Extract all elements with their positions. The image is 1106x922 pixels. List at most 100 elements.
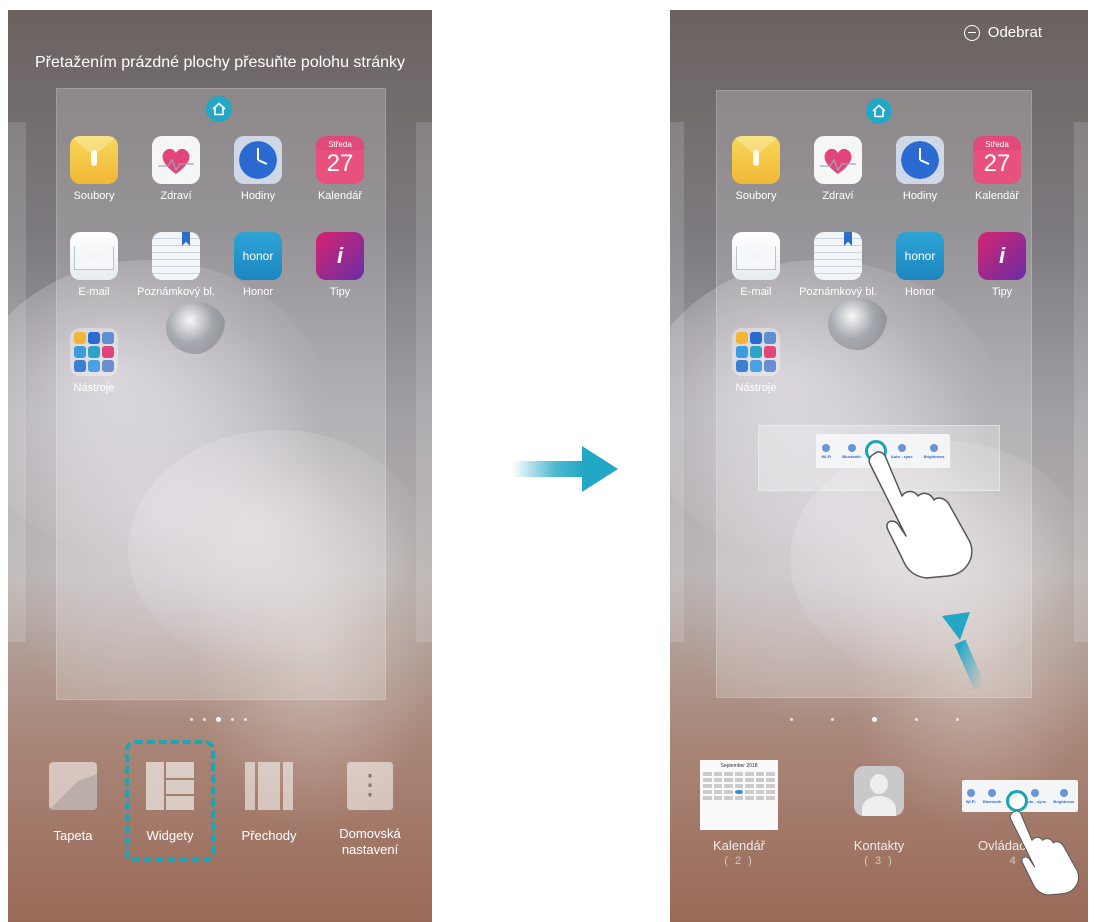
app-label: Kalendář [317, 190, 363, 202]
transitions-icon [245, 762, 293, 810]
app-zdravi[interactable]: Zdraví [135, 136, 217, 202]
tools-folder-icon [732, 328, 780, 376]
clock-icon [896, 136, 944, 184]
home-icon[interactable] [206, 96, 232, 122]
home-settings-option[interactable]: Domovská nastavení [322, 762, 418, 858]
page-indicator [790, 717, 959, 722]
app-soubory[interactable]: Soubory [715, 136, 797, 202]
widget-count: ( 2 ) [724, 855, 754, 867]
app-zdravi[interactable]: Zdraví [797, 136, 879, 202]
calendar-widget-thumb[interactable]: September 2018 [700, 760, 778, 830]
app-label: Poznámkový bl. [799, 286, 877, 298]
dock-label: Domovská nastavení [339, 826, 401, 857]
app-kalendar[interactable]: Středa 27 Kalendář [299, 136, 381, 202]
wifi-toggle[interactable]: Wi-Fi [821, 443, 832, 459]
calendar-icon: Středa 27 [973, 136, 1021, 184]
app-honor[interactable]: honor Honor [879, 232, 961, 298]
app-label: Tipy [991, 286, 1013, 298]
remove-button[interactable]: Odebrat [963, 24, 1042, 41]
folder-nastroje[interactable]: Nástroje [715, 328, 797, 394]
widget-count: ( 3 ) [864, 855, 894, 867]
app-label: Zdraví [160, 190, 192, 202]
calendar-grid [703, 772, 775, 800]
health-icon [152, 136, 200, 184]
app-label: Hodiny [240, 190, 276, 202]
bluetooth-toggle[interactable]: Bluetooth [842, 443, 861, 459]
widget-label: Kontakty [853, 838, 905, 853]
calendar-day-number: 27 [983, 150, 1011, 177]
widget-label: Kalendář [712, 838, 766, 853]
transitions-option[interactable]: Přechody [224, 762, 314, 843]
app-label: Tipy [329, 286, 351, 298]
swipe-up-arrow-icon [942, 612, 986, 690]
hand-pointer-icon [868, 451, 973, 579]
app-label: Nástroje [735, 382, 777, 394]
app-label: Poznámkový bl. [137, 286, 215, 298]
next-page-preview[interactable] [1074, 122, 1088, 642]
app-label: E-mail [78, 286, 110, 298]
hand-pointer-icon [1009, 810, 1079, 896]
folder-nastroje[interactable]: Nástroje [53, 328, 135, 394]
app-label: Honor [905, 286, 935, 298]
app-label: Nástroje [73, 382, 115, 394]
widget-item-label: Wi-Fi [965, 798, 976, 804]
app-email[interactable]: E-mail [53, 232, 135, 298]
remove-icon [963, 24, 980, 41]
honor-icon: honor [234, 232, 282, 280]
contacts-icon[interactable] [854, 766, 904, 816]
app-label: Zdraví [822, 190, 854, 202]
app-label: Soubory [735, 190, 777, 202]
app-hodiny[interactable]: Hodiny [217, 136, 299, 202]
left-phone-screen: Přetažením prázdné plochy přesuňte poloh… [8, 10, 432, 922]
page-indicator [190, 717, 247, 722]
app-poznamkovy-blok[interactable]: Poznámkový bl. [135, 232, 217, 298]
widgets-highlight [125, 740, 215, 862]
app-hodiny[interactable]: Hodiny [879, 136, 961, 202]
wallpaper-icon [49, 762, 97, 810]
app-honor[interactable]: honor Honor [217, 232, 299, 298]
calendar-day-name: Středa [328, 140, 352, 149]
app-label: Soubory [73, 190, 115, 202]
wifi-toggle: Wi-Fi [965, 788, 976, 804]
next-page-preview[interactable] [416, 122, 432, 642]
email-icon [70, 232, 118, 280]
notepad-icon [814, 232, 862, 280]
app-email[interactable]: E-mail [715, 232, 797, 298]
dock-label: Přechody [241, 828, 297, 843]
right-phone-screen: Odebrat Soubory Zdraví Hodiny Středa 27 … [670, 10, 1088, 922]
files-icon [732, 136, 780, 184]
widget-item-label: Wi-Fi [821, 453, 832, 459]
calendar-widget-title: September 2018 [720, 763, 758, 769]
notepad-icon [152, 232, 200, 280]
wallpaper-option[interactable]: Tapeta [28, 762, 118, 843]
tips-icon: i [978, 232, 1026, 280]
dock-label: Tapeta [53, 828, 93, 843]
tips-icon: i [316, 232, 364, 280]
widget-item-label: Bluetooth [842, 453, 861, 459]
home-settings-icon [347, 762, 393, 810]
app-poznamkovy-blok[interactable]: Poznámkový bl. [797, 232, 879, 298]
calendar-day-number: 27 [326, 150, 354, 177]
app-soubory[interactable]: Soubory [53, 136, 135, 202]
clock-icon [234, 136, 282, 184]
prev-page-preview[interactable] [670, 122, 684, 642]
app-label: Hodiny [902, 190, 938, 202]
calendar-day-name: Středa [985, 140, 1009, 149]
honor-icon: honor [896, 232, 944, 280]
files-icon [70, 136, 118, 184]
app-label: E-mail [740, 286, 772, 298]
prev-page-preview[interactable] [8, 122, 26, 642]
app-tipy[interactable]: i Tipy [961, 232, 1043, 298]
tools-folder-icon [70, 328, 118, 376]
app-kalendar[interactable]: Středa 27 Kalendář [956, 136, 1038, 202]
widget-item-label: Bluetooth [982, 798, 1002, 804]
home-icon[interactable] [866, 98, 892, 124]
app-tipy[interactable]: i Tipy [299, 232, 381, 298]
reorder-hint: Přetažením prázdné plochy přesuňte poloh… [35, 54, 405, 71]
remove-label: Odebrat [987, 24, 1042, 41]
transition-arrow-icon [512, 446, 618, 492]
app-label: Honor [243, 286, 273, 298]
calendar-icon: Středa 27 [316, 136, 364, 184]
app-label: Kalendář [974, 190, 1020, 202]
health-icon [814, 136, 862, 184]
